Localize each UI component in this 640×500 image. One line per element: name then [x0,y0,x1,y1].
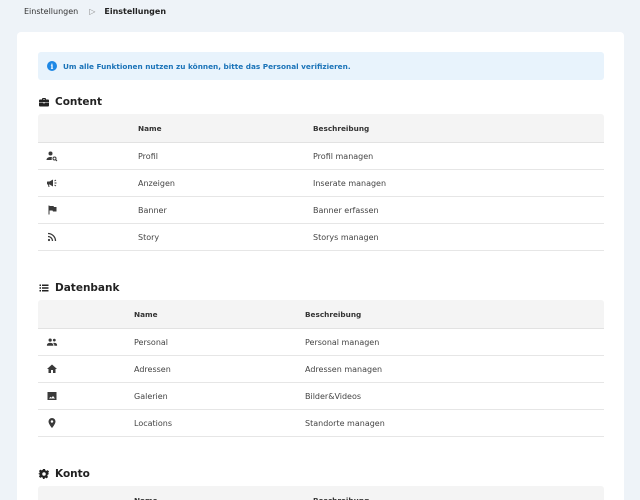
location-pin-icon [46,417,58,429]
list-icon [38,282,50,294]
home-icon [46,363,58,375]
briefcase-icon [38,96,50,108]
table-row-locations[interactable]: Locations Standorte managen [38,410,604,437]
row-description: Adressen managen [305,364,383,374]
row-description: Standorte managen [305,418,385,428]
column-header-name: Name [138,123,162,133]
table-row-adressen[interactable]: Adressen Adressen managen [38,356,604,383]
row-description: Storys managen [313,232,379,242]
content-table: Name Beschreibung Profil Profil managen … [38,114,604,251]
konto-table: Name Beschreibung [38,486,604,500]
gear-icon [38,468,50,480]
breadcrumb-parent[interactable]: Einstellungen [24,7,78,16]
table-header: Name Beschreibung [38,114,604,143]
flag-icon [46,204,58,216]
settings-card: i Um alle Funktionen nutzen zu können, b… [17,32,624,500]
table-row-galerien[interactable]: Galerien Bilder&Videos [38,383,604,410]
breadcrumb-current: Einstellungen [104,7,167,16]
row-name: Profil [138,151,158,161]
image-icon [46,390,58,402]
table-row-personal[interactable]: Personal Personal managen [38,329,604,356]
verification-notice: i Um alle Funktionen nutzen zu können, b… [38,52,604,80]
row-name: Personal [134,337,169,347]
table-row-anzeigen[interactable]: Anzeigen Inserate managen [38,170,604,197]
row-name: Galerien [134,391,168,401]
people-icon [46,336,58,348]
row-description: Personal managen [305,337,380,347]
column-header-name: Name [134,495,158,500]
row-name: Story [138,232,160,242]
section-title-datenbank: Datenbank [38,282,119,294]
row-description: Profil managen [313,151,374,161]
breadcrumb: Einstellungen ▷ Einstellungen [24,7,166,16]
megaphone-icon [46,177,58,189]
table-row-story[interactable]: Story Storys managen [38,224,604,251]
section-title-label: Datenbank [55,282,120,294]
table-row-banner[interactable]: Banner Banner erfassen [38,197,604,224]
table-header: Name Beschreibung [38,486,604,500]
rss-icon [46,231,58,243]
notice-text: Um alle Funktionen nutzen zu können, bit… [63,61,351,71]
section-title-label: Konto [55,468,90,480]
column-header-description: Beschreibung [313,495,370,500]
row-name: Banner [138,205,167,215]
info-icon: i [47,61,57,71]
row-description: Banner erfassen [313,205,379,215]
row-name: Adressen [134,364,171,374]
breadcrumb-separator-icon: ▷ [89,7,96,16]
row-name: Anzeigen [138,178,175,188]
column-header-description: Beschreibung [313,123,370,133]
row-name: Locations [134,418,173,428]
section-title-konto: Konto [38,468,90,480]
section-title-label: Content [55,96,103,108]
column-header-description: Beschreibung [305,309,362,319]
column-header-name: Name [134,309,158,319]
datenbank-table: Name Beschreibung Personal Personal mana… [38,300,604,437]
table-row-profil[interactable]: Profil Profil managen [38,143,604,170]
user-search-icon [46,150,58,162]
row-description: Bilder&Videos [305,391,362,401]
table-header: Name Beschreibung [38,300,604,329]
section-title-content: Content [38,96,102,108]
row-description: Inserate managen [313,178,387,188]
